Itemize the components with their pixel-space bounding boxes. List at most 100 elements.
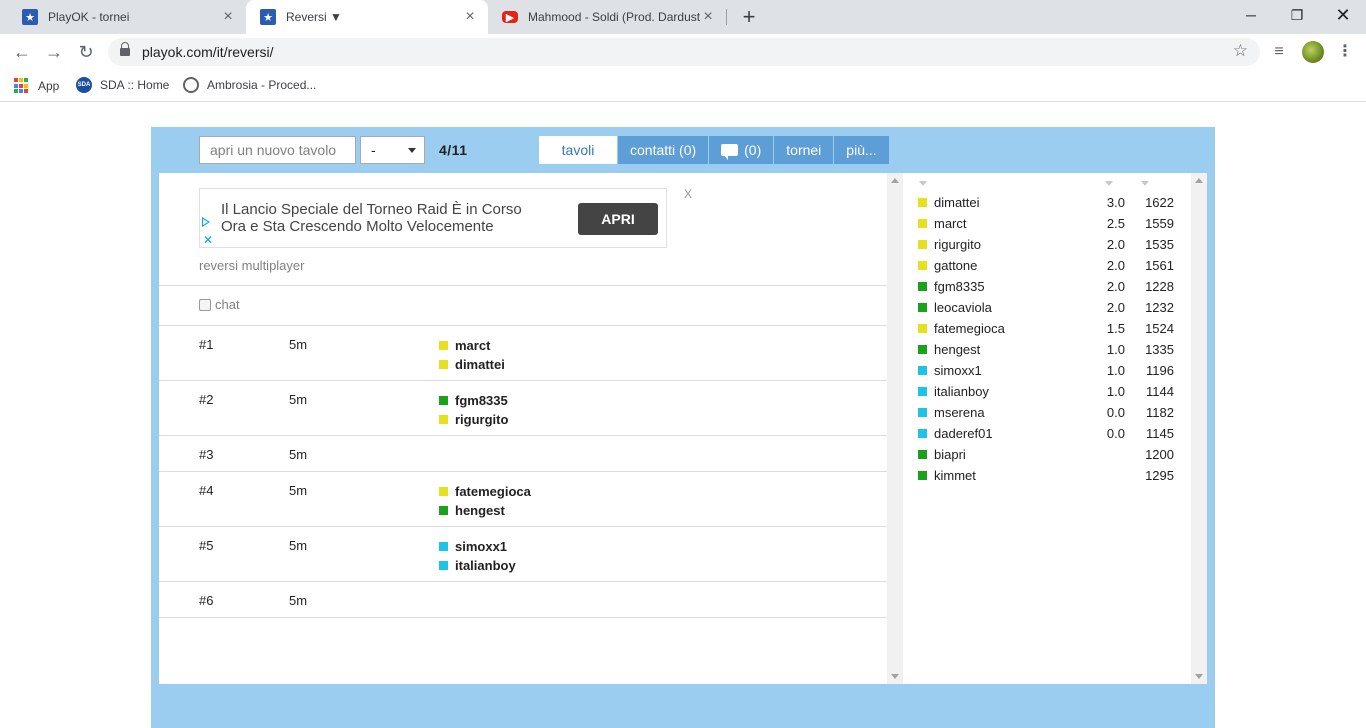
profile-avatar[interactable] (1302, 41, 1324, 63)
player-score: 2.0 (1106, 279, 1125, 294)
close-icon[interactable]: × (220, 8, 236, 26)
bookmark-apps[interactable]: App (14, 77, 59, 94)
table-time-control: 5m (289, 447, 308, 462)
tab-tournaments[interactable]: tornei (773, 136, 834, 164)
table-row[interactable]: #4 5m fatemegioca hengest (159, 472, 887, 527)
ranking-row[interactable]: gattone 2.0 1561 (918, 255, 1176, 276)
ad-line-2: Ora e Sta Crescendo Molto Velocemente (221, 218, 494, 235)
scroll-down-icon[interactable] (1195, 674, 1203, 679)
new-tab-button[interactable]: + (737, 4, 761, 30)
ranking-row[interactable]: dimattei 3.0 1622 (918, 192, 1176, 213)
back-arrow-icon[interactable]: ← (10, 40, 34, 64)
table-row[interactable]: #5 5m simoxx1 italianboy (159, 527, 887, 582)
browser-tab-strip: ★ PlayOK - tornei × ★ Reversi ▼ × ▶ Mahm… (0, 0, 1366, 34)
ranking-row[interactable]: leocaviola 2.0 1232 (918, 297, 1176, 318)
player-status-dot (439, 561, 448, 570)
player-name: rigurgito (455, 412, 509, 427)
tab-tables[interactable]: tavoli (539, 136, 617, 164)
table-player[interactable]: dimattei (439, 355, 505, 374)
scroll-down-icon[interactable] (891, 674, 899, 679)
ad-banner[interactable]: ✕ Il Lancio Speciale del Torneo Raid È i… (199, 188, 667, 248)
ranking-row[interactable]: biapri 1200 (918, 444, 1176, 465)
ranking-scrollbar[interactable] (1191, 173, 1207, 684)
table-number: #3 (199, 447, 214, 462)
player-rating: 1561 (1145, 258, 1174, 273)
browser-tab-playok-tornei[interactable]: ★ PlayOK - tornei × (8, 0, 246, 34)
ranking-row[interactable]: fatemegioca 1.5 1524 (918, 318, 1176, 339)
table-player[interactable]: marct (439, 336, 505, 355)
player-status-dot (918, 345, 927, 354)
address-bar[interactable]: playok.com/it/reversi/ ☆ (108, 38, 1260, 66)
bookmark-ambrosia[interactable]: Ambrosia - Proced... (183, 77, 316, 93)
ranking-row[interactable]: simoxx1 1.0 1196 (918, 360, 1176, 381)
table-time-control: 5m (289, 593, 308, 608)
ranking-row[interactable]: italianboy 1.0 1144 (918, 381, 1176, 402)
ranking-row[interactable]: kimmet 1295 (918, 465, 1176, 486)
ranking-row[interactable]: marct 2.5 1559 (918, 213, 1176, 234)
ranking-row[interactable]: mserena 0.0 1182 (918, 402, 1176, 423)
restore-icon[interactable]: ❐ (1274, 0, 1320, 30)
tab-more[interactable]: più... (833, 136, 889, 164)
new-table-button[interactable]: apri un nuovo tavolo (199, 136, 356, 164)
player-status-dot (439, 360, 448, 369)
player-name: rigurgito (934, 237, 981, 252)
media-queue-icon[interactable]: ≡ (1268, 41, 1290, 63)
table-row[interactable]: #6 5m (159, 582, 887, 618)
table-player[interactable]: simoxx1 (439, 537, 516, 556)
browser-tab-reversi[interactable]: ★ Reversi ▼ × (246, 0, 488, 34)
tab-messages[interactable]: (0) (708, 136, 774, 164)
close-icon[interactable]: × (700, 8, 716, 26)
sort-by-rating-icon[interactable] (1141, 181, 1149, 186)
player-status-dot (918, 471, 927, 480)
ad-open-button[interactable]: APRI (578, 203, 658, 235)
tab-contacts[interactable]: contatti (0) (617, 136, 709, 164)
chat-checkbox[interactable] (199, 298, 211, 311)
ad-text: Il Lancio Speciale del Torneo Raid È in … (221, 201, 522, 235)
menu-kebab-icon[interactable]: ⋮ (1334, 41, 1356, 63)
scroll-up-icon[interactable] (1195, 178, 1203, 183)
table-number: #5 (199, 538, 214, 553)
bookmark-label: App (38, 78, 60, 93)
table-row[interactable]: #1 5m marct dimattei (159, 326, 887, 381)
ranking-row[interactable]: hengest 1.0 1335 (918, 339, 1176, 360)
table-row[interactable]: #2 5m fgm8335 rigurgito (159, 381, 887, 436)
playok-star-icon: ★ (22, 9, 38, 25)
player-status-dot (918, 450, 927, 459)
player-rating: 1524 (1145, 321, 1174, 336)
player-rating: 1295 (1145, 468, 1174, 483)
bookmark-sda-home[interactable]: SDA SDA :: Home (76, 77, 169, 93)
table-player[interactable]: rigurgito (439, 410, 508, 429)
lobby-nav: tavoli contatti (0) (0) tornei più... (539, 136, 889, 164)
player-rating: 1144 (1146, 384, 1174, 399)
sort-by-score-icon[interactable] (1105, 181, 1113, 186)
bookmark-star-icon[interactable]: ☆ (1233, 41, 1248, 61)
table-row[interactable]: #3 5m (159, 436, 887, 472)
ranking-row[interactable]: daderef01 0.0 1145 (918, 423, 1176, 444)
browser-tab-youtube[interactable]: ▶ Mahmood - Soldi (Prod. Dardust × (488, 0, 726, 34)
adchoices-play-icon[interactable] (202, 217, 210, 227)
close-icon[interactable]: × (462, 8, 478, 26)
ranking-row[interactable]: fgm8335 2.0 1228 (918, 276, 1176, 297)
adchoices-close-icon[interactable]: ✕ (203, 233, 213, 247)
player-status-dot (439, 506, 448, 515)
table-options-select[interactable]: - (360, 136, 425, 164)
minimize-icon[interactable]: ─ (1228, 0, 1274, 30)
reversi-lobby: apri un nuovo tavolo - 4/11 tavoli conta… (151, 127, 1215, 728)
ranking-panel: dimattei 3.0 1622 marct 2.5 1559 rigurgito 2.0 1… (903, 173, 1191, 684)
window-close-icon[interactable]: ✕ (1320, 0, 1366, 30)
player-status-dot (918, 324, 927, 333)
forward-arrow-icon[interactable]: → (42, 40, 66, 64)
table-player[interactable]: fatemegioca (439, 482, 531, 501)
scroll-up-icon[interactable] (891, 178, 899, 183)
chat-toggle[interactable]: chat (199, 297, 240, 312)
table-player[interactable]: hengest (439, 501, 531, 520)
player-name: kimmet (934, 468, 976, 483)
ranking-row[interactable]: rigurgito 2.0 1535 (918, 234, 1176, 255)
player-status-dot (439, 341, 448, 350)
ad-close-button[interactable]: X (684, 187, 692, 201)
tables-scrollbar[interactable] (887, 173, 903, 684)
reload-icon[interactable]: ↻ (74, 40, 98, 64)
table-player[interactable]: italianboy (439, 556, 516, 575)
sort-by-name-icon[interactable] (919, 181, 927, 186)
table-player[interactable]: fgm8335 (439, 391, 508, 410)
